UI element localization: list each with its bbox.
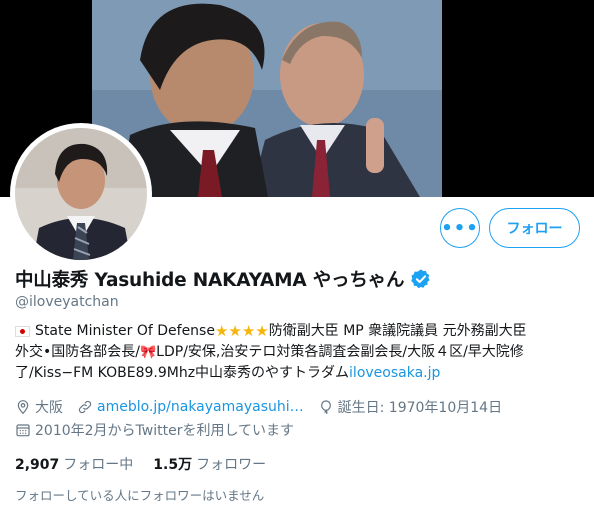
ribbon-icon: 🎀 [139,345,157,360]
bio-link[interactable]: iloveosaka.jp [349,363,440,384]
link-icon [78,400,92,414]
followers-count: 1.5万 [153,457,193,473]
website-link[interactable]: ameblo.jp/nakayamayasuhi… [97,399,304,415]
following-label: フォロー中 [63,457,134,473]
display-name: 中山泰秀 Yasuhide NAKAYAMA やっちゃん [15,270,405,291]
following-stat[interactable]: 2,907 フォロー中 [15,454,133,474]
location: 大阪 [15,397,63,417]
following-count: 2,907 [15,457,60,473]
bio: State Minister Of Defense ★★★★ 防衛副大臣 MP … [15,321,585,384]
bio-text: 了/Kiss−FM KOBE89.9Mhz中山泰秀のやすトラダム [15,365,350,381]
bio-text: LDP/安保,治安テロ対策各調査会副会長/大阪４区/早大院修 [156,344,524,360]
more-options-button[interactable]: ••• [440,208,480,248]
website: ameblo.jp/nakayamayasuhi… [77,399,304,415]
follow-stats: 2,907 フォロー中 1.5万 フォロワー [15,454,286,474]
balloon-icon [320,400,331,415]
verified-badge-icon [411,269,430,289]
joined: 2010年2月からTwitterを利用しています [15,420,294,440]
bio-line-2: 外交•国防各部会長/ 🎀 LDP/安保,治安テロ対策各調査会副会長/大阪４区/早… [15,342,585,363]
star-emoji-icon: ★★★★ [214,322,269,340]
birthday: 誕生日: 1970年10月14日 [318,397,502,417]
avatar-photo [15,128,147,260]
followers-label: フォロワー [196,457,267,473]
bio-line-1: State Minister Of Defense ★★★★ 防衛副大臣 MP … [15,321,585,342]
avatar[interactable] [10,123,152,265]
bio-text: 外交•国防各部会長/ [15,344,140,360]
japan-flag-icon [15,326,30,337]
joined-text: 2010年2月からTwitterを利用しています [35,423,295,439]
name-row: 中山泰秀 Yasuhide NAKAYAMA やっちゃん [15,266,432,292]
bio-text: State Minister Of Defense [35,323,215,339]
follow-button[interactable]: フォロー [489,208,580,248]
joined-row: 2010年2月からTwitterを利用しています [15,420,308,440]
location-pin-icon [17,400,29,415]
mutual-followers-note: フォローしている人にフォロワーはいません [15,488,265,503]
bio-line-3: 了/Kiss−FM KOBE89.9Mhz中山泰秀のやすトラダム iloveos… [15,363,585,384]
birthday-text: 誕生日: 1970年10月14日 [337,400,503,416]
location-text: 大阪 [35,400,63,416]
bio-text: 防衛副大臣 MP 衆議院議員 元外務副大臣 [268,323,527,339]
handle: @iloveyatchan [15,294,119,310]
calendar-icon [16,424,30,437]
profile-meta: 大阪 ameblo.jp/nakayamayasuhi… 誕生日: 1970年1… [15,397,516,417]
followers-stat[interactable]: 1.5万 フォロワー [153,454,266,474]
